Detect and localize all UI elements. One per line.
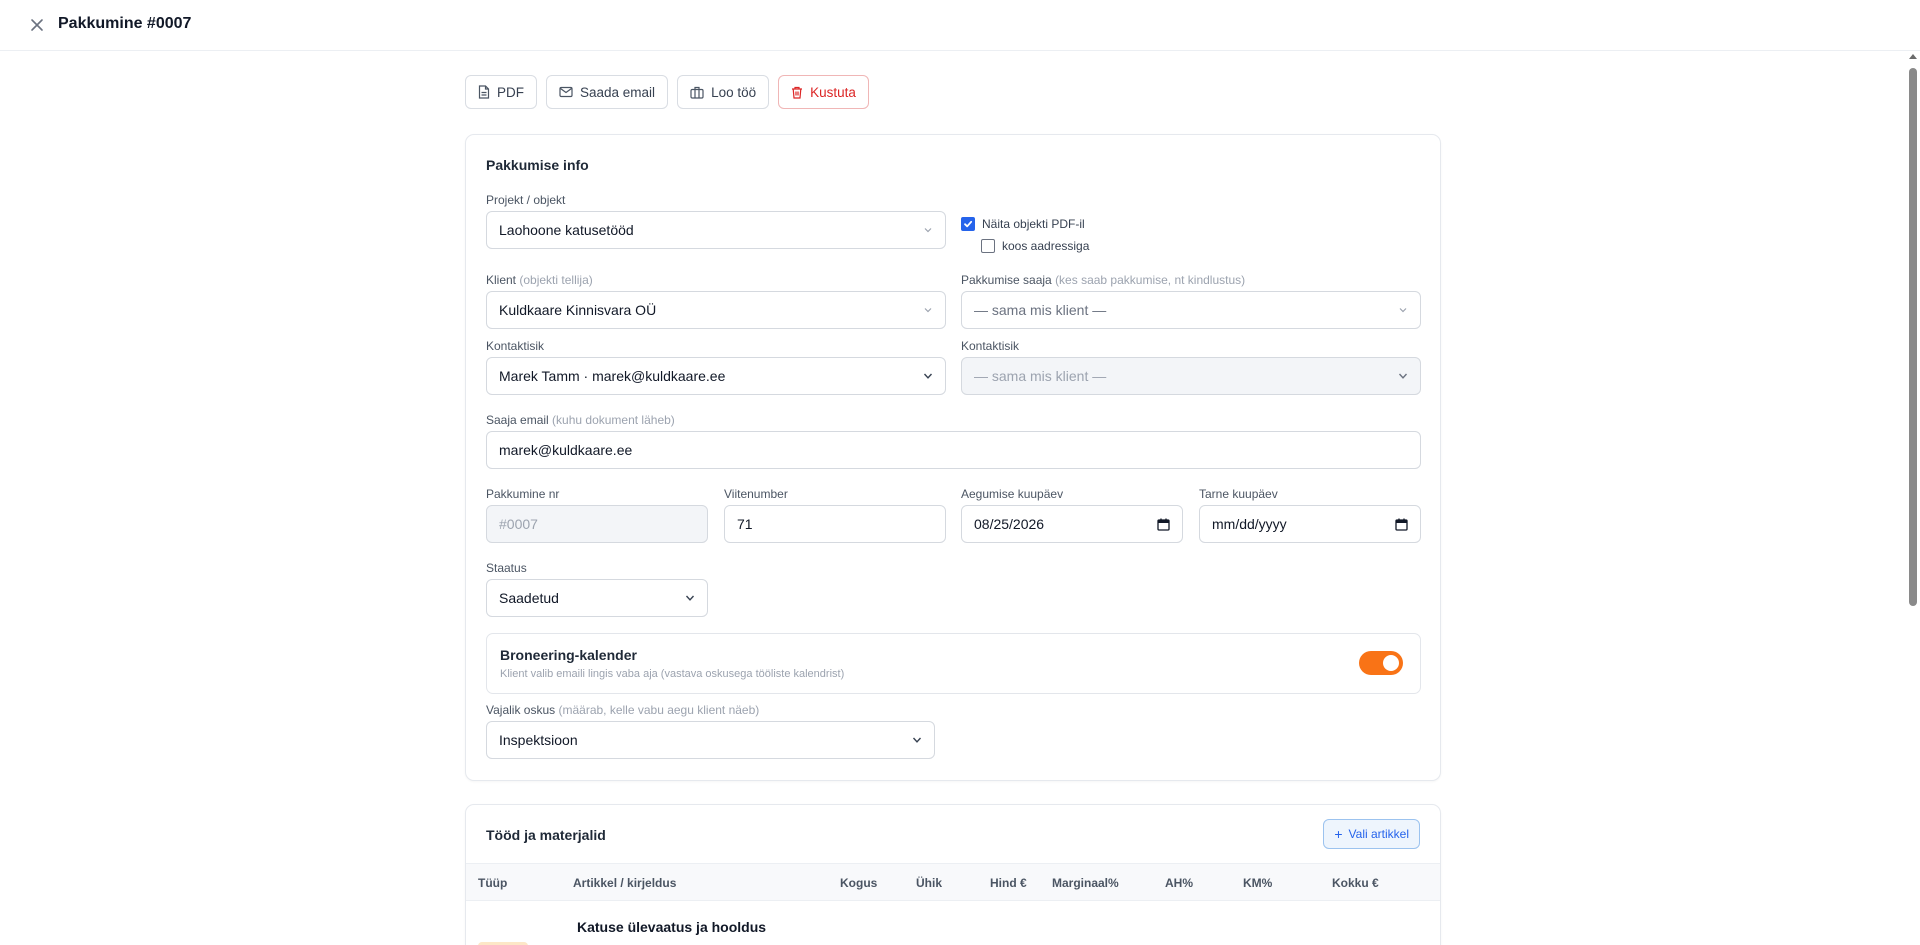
skill-select[interactable]: Inspektsioon (486, 721, 935, 759)
delivery-date-field[interactable]: mm/dd/yyyy (1199, 505, 1421, 543)
contact2-value: — sama mis klient — (974, 368, 1107, 384)
send-email-button[interactable]: Saada email (546, 75, 669, 109)
recipient-value: — sama mis klient — (974, 302, 1107, 318)
project-label: Projekt / objekt (486, 193, 566, 207)
pdf-button[interactable]: PDF (465, 75, 537, 109)
recipient-label: Pakkumise saaja (kes saab pakkumise, nt … (961, 273, 1246, 287)
booking-calendar-panel: Broneering-kalender Klient valib emaili … (486, 633, 1421, 694)
contact-value: Marek Tamm · marek@kuldkaare.ee (499, 368, 726, 384)
status-select[interactable]: Saadetud (486, 579, 708, 617)
add-article-button[interactable]: + Vali artikkel (1323, 819, 1420, 849)
add-article-label: Vali artikkel (1348, 827, 1409, 841)
offer-nr-field: #0007 (486, 505, 708, 543)
reference-label: Viitenumber (724, 487, 788, 501)
items-card: Tööd ja materjalid + Vali artikkel Tüüp … (465, 804, 1441, 945)
project-value: Laohoone katusetööd (499, 222, 634, 238)
offer-nr-label: Pakkumine nr (486, 487, 560, 501)
items-table-header: Tüüp Artikkel / kirjeldus Kogus Ühik Hin… (466, 863, 1440, 901)
booking-toggle[interactable] (1359, 651, 1403, 675)
contact2-label: Kontaktisik (961, 339, 1020, 353)
column-header: Tüüp (478, 876, 508, 890)
briefcase-icon (690, 86, 704, 99)
offer-nr-value: #0007 (499, 516, 538, 532)
close-icon (31, 19, 43, 31)
close-button[interactable] (27, 15, 47, 35)
column-header: Kokku € (1332, 876, 1379, 890)
chevron-down-icon (1398, 373, 1408, 379)
skill-label: Vajalik oskus (määrab, kelle vabu aegu k… (486, 703, 760, 717)
booking-subtitle: Klient valib emaili lingis vaba aja (vas… (500, 668, 845, 680)
calendar-icon[interactable] (1157, 518, 1170, 531)
status-value: Saadetud (499, 590, 559, 606)
chevron-down-icon (1399, 308, 1407, 313)
scroll-up-arrow[interactable] (1909, 54, 1917, 59)
delivery-value: mm/dd/yyyy (1212, 516, 1287, 532)
show-object-pdf-label: Näita objekti PDF-il (982, 217, 1085, 231)
send-email-label: Saada email (580, 84, 656, 100)
with-address-label: koos aadressiga (1002, 239, 1090, 253)
calendar-icon[interactable] (1395, 518, 1408, 531)
chevron-down-icon (685, 595, 695, 601)
file-icon (478, 85, 490, 99)
delivery-label: Tarne kuupäev (1199, 487, 1278, 501)
booking-title: Broneering-kalender (500, 647, 637, 663)
show-object-pdf-checkbox[interactable] (961, 217, 975, 231)
toggle-knob (1383, 655, 1399, 671)
check-icon (964, 220, 973, 228)
scrollbar-thumb[interactable] (1909, 68, 1917, 606)
chevron-down-icon (923, 373, 933, 379)
chevron-down-icon (924, 228, 932, 233)
recipient-contact-select[interactable]: — sama mis klient — (961, 357, 1421, 395)
column-header: Ühik (916, 876, 943, 890)
item-row-title[interactable]: Katuse ülevaatus ja hooldus (577, 919, 766, 935)
email-value: marek@kuldkaare.ee (499, 442, 633, 458)
create-job-label: Loo töö (711, 84, 757, 100)
project-select[interactable]: Laohoone katusetööd (486, 211, 946, 249)
create-job-button[interactable]: Loo töö (677, 75, 770, 109)
reference-field[interactable]: 71 (724, 505, 946, 543)
email-field[interactable]: marek@kuldkaare.ee (486, 431, 1421, 469)
chevron-down-icon (924, 308, 932, 313)
column-header: KM% (1243, 876, 1273, 890)
column-header: Artikkel / kirjeldus (573, 876, 677, 890)
offer-info-card: Pakkumise info Projekt / objekt Laohoone… (465, 134, 1441, 781)
client-select[interactable]: Kuldkaare Kinnisvara OÜ (486, 291, 946, 329)
contact-select[interactable]: Marek Tamm · marek@kuldkaare.ee (486, 357, 946, 395)
mail-icon (559, 86, 573, 98)
email-label: Saaja email (kuhu dokument läheb) (486, 413, 675, 427)
contact-label: Kontaktisik (486, 339, 545, 353)
status-label: Staatus (486, 561, 527, 575)
items-title: Tööd ja materjalid (486, 827, 606, 843)
client-label: Klient (objekti tellija) (486, 273, 593, 287)
expiry-value: 08/25/2026 (974, 516, 1045, 532)
plus-icon: + (1334, 826, 1343, 842)
delete-button[interactable]: Kustuta (778, 75, 869, 109)
column-header: AH% (1165, 876, 1194, 890)
column-header: Kogus (840, 876, 878, 890)
recipient-select[interactable]: — sama mis klient — (961, 291, 1421, 329)
pdf-button-label: PDF (497, 84, 524, 100)
column-header: Hind € (990, 876, 1027, 890)
expiry-date-field[interactable]: 08/25/2026 (961, 505, 1183, 543)
skill-value: Inspektsioon (499, 732, 578, 748)
expiry-label: Aegumise kuupäev (961, 487, 1064, 501)
delete-label: Kustuta (810, 84, 856, 100)
section-title: Pakkumise info (486, 157, 589, 173)
client-value: Kuldkaare Kinnisvara OÜ (499, 302, 657, 318)
reference-value: 71 (737, 516, 753, 532)
top-bar: Pakkumine #0007 (0, 0, 1920, 51)
column-header: Marginaal% (1052, 876, 1119, 890)
page-title: Pakkumine #0007 (58, 15, 192, 32)
action-toolbar: PDF Saada email Loo töö Kustuta (465, 75, 869, 109)
chevron-down-icon (912, 737, 922, 743)
trash-icon (792, 86, 803, 99)
with-address-checkbox[interactable] (981, 239, 995, 253)
